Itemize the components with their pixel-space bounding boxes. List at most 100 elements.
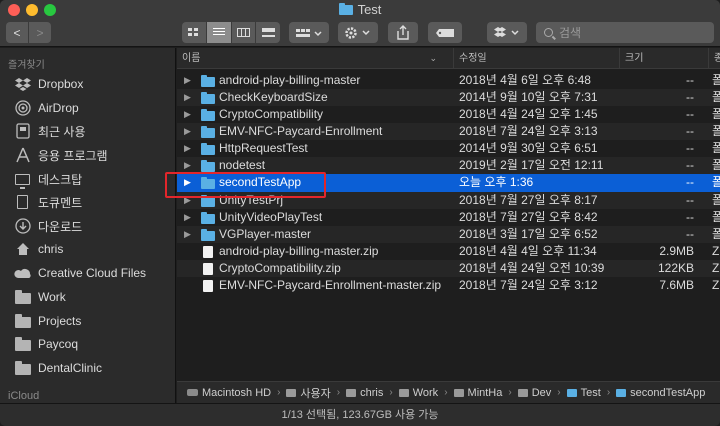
tag-button[interactable] xyxy=(428,22,462,43)
file-kind: Z xyxy=(712,278,720,292)
folder-icon xyxy=(201,92,215,104)
path-crumb[interactable]: secondTestApp xyxy=(616,387,705,399)
folder-icon xyxy=(201,126,215,138)
file-row[interactable]: android-play-billing-master.zip 2018년 4월… xyxy=(177,243,720,260)
sidebar-item-dentalclinic[interactable]: DentalClinic xyxy=(14,357,102,379)
sidebar-item-work[interactable]: Work xyxy=(14,286,66,308)
downloads-icon xyxy=(14,218,31,234)
file-name: VGPlayer-master xyxy=(219,227,312,241)
path-crumb[interactable]: Dev xyxy=(517,386,552,399)
folder-icon xyxy=(517,388,528,397)
sidebar-item-label: 최근 사용 xyxy=(38,124,86,139)
file-size: -- xyxy=(686,90,694,104)
documents-icon xyxy=(14,195,31,209)
sidebar-item-paycoq[interactable]: Paycoq xyxy=(14,333,78,355)
gallery-view-button[interactable] xyxy=(256,22,280,43)
disclosure-triangle-icon[interactable]: ▶ xyxy=(184,106,191,123)
column-date[interactable]: 수정일 xyxy=(453,48,623,69)
column-view-button[interactable] xyxy=(232,22,257,43)
disclosure-triangle-icon[interactable]: ▶ xyxy=(184,89,191,106)
dropbox-button[interactable] xyxy=(487,22,527,43)
share-button[interactable] xyxy=(388,22,418,43)
toolbar: Test < > 검색 xyxy=(0,0,720,47)
file-row[interactable]: ▶ nodetest 2019년 2월 17일 오전 12:11 -- 폴 xyxy=(177,157,720,174)
sidebar-item-downloads[interactable]: 다운로드 xyxy=(14,215,82,237)
sidebar-item-desktop[interactable]: 데스크탑 xyxy=(14,168,82,190)
path-crumb[interactable]: Macintosh HD xyxy=(187,387,271,399)
gear-icon xyxy=(345,26,370,39)
folder-icon xyxy=(201,109,215,121)
disclosure-triangle-icon[interactable]: ▶ xyxy=(184,209,191,226)
back-button[interactable]: < xyxy=(6,22,28,43)
column-name[interactable]: 이름 ⌄ xyxy=(177,48,447,69)
folder-icon xyxy=(14,289,31,304)
folder-icon xyxy=(566,388,577,397)
column-size[interactable]: 크기 xyxy=(619,48,710,69)
file-row[interactable]: ▶ android-play-billing-master 2018년 4월 6… xyxy=(177,72,720,89)
sidebar-item-chris[interactable]: chris xyxy=(14,238,63,260)
disclosure-triangle-icon[interactable]: ▶ xyxy=(184,226,191,243)
file-name: UnityTestPrj xyxy=(219,193,284,207)
file-name: CryptoCompatibility.zip xyxy=(219,261,341,275)
sidebar-item-recents[interactable]: 최근 사용 xyxy=(14,120,86,142)
action-button[interactable] xyxy=(338,22,378,43)
file-row[interactable]: ▶ CheckKeyboardSize 2014년 9월 10일 오후 7:31… xyxy=(177,89,720,106)
disclosure-triangle-icon[interactable]: ▶ xyxy=(184,72,191,89)
file-size: 7.6MB xyxy=(659,278,694,292)
path-crumb-label: Test xyxy=(580,386,601,399)
sidebar-item-label: 데스크탑 xyxy=(38,172,83,187)
file-name: android-play-billing-master xyxy=(219,73,361,87)
dropbox-icon xyxy=(494,27,519,37)
file-row[interactable]: ▶ UnityVideoPlayTest 2018년 7월 27일 오후 8:4… xyxy=(177,209,720,226)
file-row[interactable]: ▶ UnityTestPrj 2018년 7월 27일 오후 8:17 -- 폴 xyxy=(177,192,720,209)
file-date: 2018년 7월 24일 오후 3:12 xyxy=(459,278,598,292)
list-view-button[interactable] xyxy=(206,22,232,43)
disclosure-triangle-icon[interactable]: ▶ xyxy=(184,174,191,191)
file-row[interactable]: ▶ HttpRequestTest 2014년 9월 30일 오후 6:51 -… xyxy=(177,140,720,157)
folder-icon xyxy=(14,336,31,351)
icon-view-button[interactable] xyxy=(182,22,207,43)
search-field[interactable]: 검색 xyxy=(536,22,714,43)
path-crumb-label: Dev xyxy=(531,386,552,399)
sidebar-item-applications[interactable]: 응용 프로그램 xyxy=(14,144,108,166)
path-crumb-label: 사용자 xyxy=(300,387,331,400)
path-crumb[interactable]: MintHa xyxy=(453,387,502,399)
disclosure-triangle-icon[interactable]: ▶ xyxy=(184,140,191,157)
chevron-right-icon: › xyxy=(508,387,512,398)
path-crumb[interactable]: 사용자 xyxy=(286,385,331,401)
sidebar-item-creative-cloud[interactable]: Creative Cloud Files xyxy=(14,262,146,284)
sidebar-item-dropbox[interactable]: Dropbox xyxy=(14,73,83,95)
file-date: 2018년 4월 24일 오후 1:45 xyxy=(459,107,598,121)
file-row[interactable]: ▶ EMV-NFC-Paycard-Enrollment 2018년 7월 24… xyxy=(177,123,720,140)
path-crumb-label: Macintosh HD xyxy=(202,386,272,399)
sidebar-item-airdrop[interactable]: AirDrop xyxy=(14,97,79,119)
disclosure-triangle-icon[interactable]: ▶ xyxy=(184,157,191,174)
file-list: 이름 ⌄ 수정일 크기 종 ▶ android-play-billing-mas… xyxy=(177,48,720,403)
disclosure-triangle-icon[interactable]: ▶ xyxy=(184,123,191,140)
sidebar-item-projects[interactable]: Projects xyxy=(14,310,81,332)
path-crumb[interactable]: chris xyxy=(346,387,383,399)
file-row[interactable]: ▶ VGPlayer-master 2018년 3월 17일 오후 6:52 -… xyxy=(177,226,720,243)
path-crumb[interactable]: Work xyxy=(398,387,438,399)
group-button[interactable] xyxy=(289,22,329,43)
group-icon xyxy=(296,28,322,37)
path-crumb[interactable]: Test xyxy=(566,386,601,399)
file-row[interactable]: EMV-NFC-Paycard-Enrollment-master.zip 20… xyxy=(177,277,720,294)
disclosure-triangle-icon[interactable]: ▶ xyxy=(184,192,191,209)
sidebar-item-label: 도큐멘트 xyxy=(38,195,83,210)
forward-button[interactable]: > xyxy=(29,22,51,43)
hard-disk-icon xyxy=(187,389,198,396)
column-date-label: 수정일 xyxy=(459,53,487,64)
file-row-selected[interactable]: ▶ secondTestApp 오늘 오후 1:36 -- 폴 xyxy=(177,174,720,192)
file-name: UnityVideoPlayTest xyxy=(219,210,323,224)
file-row[interactable]: ▶ CryptoCompatibility 2018년 4월 24일 오후 1:… xyxy=(177,106,720,123)
sidebar-item-documents[interactable]: 도큐멘트 xyxy=(14,191,82,213)
column-size-label: 크기 xyxy=(625,53,644,64)
column-kind[interactable]: 종 xyxy=(708,48,720,69)
home-icon xyxy=(346,388,357,397)
chevron-right-icon: > xyxy=(36,25,44,40)
file-date: 2014년 9월 30일 오후 6:51 xyxy=(459,141,598,155)
path-crumb-label: chris xyxy=(360,386,384,399)
file-row[interactable]: CryptoCompatibility.zip 2018년 4월 24일 오전 … xyxy=(177,260,720,277)
file-size: -- xyxy=(686,175,694,189)
